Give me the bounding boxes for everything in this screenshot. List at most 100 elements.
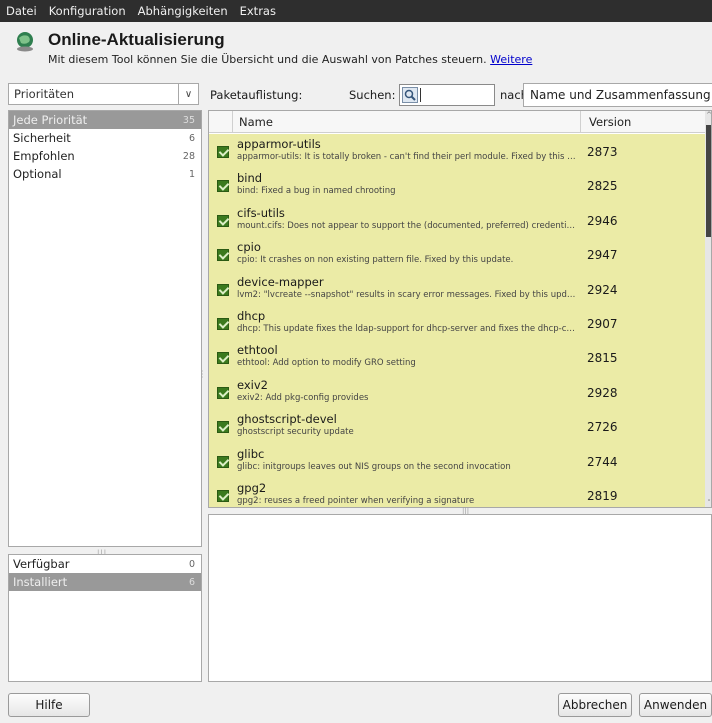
table-row[interactable]: ethtool ethtool: Add option to modify GRO… (209, 340, 705, 374)
table-row[interactable]: cifs-utils mount.cifs: Does not appear to… (209, 203, 705, 237)
package-description: ghostscript security update (237, 427, 354, 438)
vertical-splitter-handle[interactable]: · · · (201, 368, 204, 382)
filter-select-value: Prioritäten (14, 87, 75, 101)
package-name: gpg2 (237, 480, 267, 495)
package-name: dhcp (237, 308, 266, 323)
priority-item-all[interactable]: Jede Priorität 35 (9, 111, 201, 129)
priority-count: 6 (188, 132, 195, 144)
checkbox-checked-icon[interactable] (217, 249, 229, 262)
scroll-down-icon[interactable]: ˅ (705, 499, 711, 507)
table-row[interactable]: exiv2 exiv2: Add pkg-config provides 2928 (209, 375, 705, 409)
package-description: mount.cifs: Does not appear to support t… (237, 220, 577, 231)
priority-list: Jede Priorität 35 Sicherheit 6 Empfohlen… (8, 110, 202, 547)
cancel-button[interactable]: Abbrechen (558, 693, 632, 717)
priority-label: Jede Priorität (13, 113, 88, 127)
package-description: apparmor-utils: It is totally broken - c… (237, 152, 577, 162)
package-version: 2744 (587, 454, 618, 469)
vertical-scrollbar[interactable]: ^ ˅ (705, 111, 711, 507)
package-description: cpio: It crashes on non existing pattern… (237, 255, 514, 266)
package-list-label: Paketauflistung: (210, 88, 303, 102)
menu-abhaengigkeiten[interactable]: Abhängigkeiten (138, 4, 228, 18)
column-header-check[interactable] (209, 111, 233, 132)
page-title: Online-Aktualisierung (48, 30, 225, 49)
menu-konfiguration[interactable]: Konfiguration (49, 4, 126, 18)
package-version: 2815 (587, 351, 618, 366)
status-item-available[interactable]: Verfügbar 0 (9, 555, 201, 573)
table-body: apparmor-utils apparmor-utils: It is tota… (209, 134, 705, 507)
checkbox-checked-icon[interactable] (217, 317, 229, 330)
checkbox-checked-icon[interactable] (217, 352, 229, 365)
package-name: cifs-utils (237, 205, 285, 220)
package-description: lvm2: "lvcreate --snapshot" results in s… (237, 289, 577, 300)
patch-detail-panel (208, 514, 712, 682)
table-row[interactable]: device-mapper lvm2: "lvcreate --snapshot"… (209, 272, 705, 306)
priority-count: 35 (182, 114, 195, 126)
package-version: 2947 (587, 248, 618, 263)
menubar: Datei Konfiguration Abhängigkeiten Extra… (0, 0, 712, 22)
subtitle-text: Mit diesem Tool können Sie die Übersicht… (48, 53, 487, 66)
checkbox-checked-icon[interactable] (217, 455, 229, 468)
checkbox-checked-icon[interactable] (217, 386, 229, 399)
package-name: ghostscript-devel (237, 412, 337, 427)
priority-count: 28 (182, 150, 195, 162)
package-version: 2825 (587, 179, 618, 194)
chevron-down-icon[interactable]: ∨ (178, 84, 198, 104)
table-row[interactable]: apparmor-utils apparmor-utils: It is tota… (209, 134, 705, 168)
package-version: 2924 (587, 282, 618, 297)
help-button[interactable]: Hilfe (8, 693, 90, 717)
package-name: exiv2 (237, 377, 268, 392)
table-header: Name Version (209, 111, 705, 133)
status-item-installed[interactable]: Installiert 6 (9, 573, 201, 591)
package-version: 2907 (587, 316, 618, 331)
column-header-name[interactable]: Name (239, 115, 273, 129)
checkbox-checked-icon[interactable] (217, 146, 229, 158)
package-name: glibc (237, 446, 265, 461)
package-version: 2873 (587, 145, 618, 159)
menu-extras[interactable]: Extras (240, 4, 276, 18)
more-link[interactable]: Weitere (490, 53, 532, 66)
table-row[interactable]: glibc glibc: initgroups leaves out NIS gr… (209, 444, 705, 478)
package-table: Name Version apparmor-utils apparmor-util… (208, 110, 712, 508)
package-description: exiv2: Add pkg-config provides (237, 392, 369, 403)
column-header-version[interactable]: Version (589, 115, 631, 129)
checkbox-checked-icon[interactable] (217, 180, 229, 193)
package-description: ethtool: Add option to modify GRO settin… (237, 358, 416, 369)
priority-label: Empfohlen (13, 149, 75, 163)
table-row[interactable]: dhcp dhcp: This update fixes the ldap-sup… (209, 306, 705, 340)
search-input[interactable] (399, 84, 495, 106)
search-icon (402, 87, 418, 103)
checkbox-checked-icon[interactable] (217, 489, 229, 502)
scrollbar-thumb[interactable] (706, 125, 711, 237)
priority-item-security[interactable]: Sicherheit 6 (9, 129, 201, 147)
package-name: apparmor-utils (237, 137, 321, 151)
header: Online-Aktualisierung Mit diesem Tool kö… (0, 22, 712, 74)
table-row[interactable]: bind bind: Fixed a bug in named chrooting… (209, 168, 705, 202)
search-label: Suchen: (349, 88, 396, 102)
package-description: dhcp: This update fixes the ldap-support… (237, 323, 577, 334)
table-row[interactable]: ghostscript-devel ghostscript security up… (209, 409, 705, 443)
update-globe-icon (17, 32, 33, 52)
table-row[interactable]: cpio cpio: It crashes on non existing pat… (209, 237, 705, 271)
priority-item-recommended[interactable]: Empfohlen 28 (9, 147, 201, 165)
scroll-up-icon[interactable]: ^ (705, 111, 711, 121)
priority-item-optional[interactable]: Optional 1 (9, 165, 201, 183)
checkbox-checked-icon[interactable] (217, 214, 229, 227)
search-field-select[interactable]: Name und Zusammenfassung ∨ (523, 83, 712, 107)
page-subtitle: Mit diesem Tool können Sie die Übersicht… (48, 53, 532, 66)
column-separator[interactable] (580, 111, 581, 132)
table-row[interactable]: gpg2 gpg2: reuses a freed pointer when ve… (209, 478, 705, 507)
checkbox-checked-icon[interactable] (217, 421, 229, 434)
status-list: Verfügbar 0 Installiert 6 (8, 554, 202, 682)
status-count: 0 (188, 558, 195, 570)
package-description: glibc: initgroups leaves out NIS groups … (237, 461, 511, 472)
menu-datei[interactable]: Datei (6, 4, 37, 18)
package-name: cpio (237, 240, 261, 255)
apply-button[interactable]: Anwenden (639, 693, 712, 717)
filter-select[interactable]: Prioritäten ∨ (8, 83, 199, 105)
package-version: 2946 (587, 213, 618, 228)
package-description: gpg2: reuses a freed pointer when verify… (237, 495, 475, 506)
checkbox-checked-icon[interactable] (217, 283, 229, 296)
package-description: bind: Fixed a bug in named chrooting (237, 186, 396, 197)
status-label: Verfügbar (13, 557, 70, 571)
package-name: bind (237, 171, 263, 186)
